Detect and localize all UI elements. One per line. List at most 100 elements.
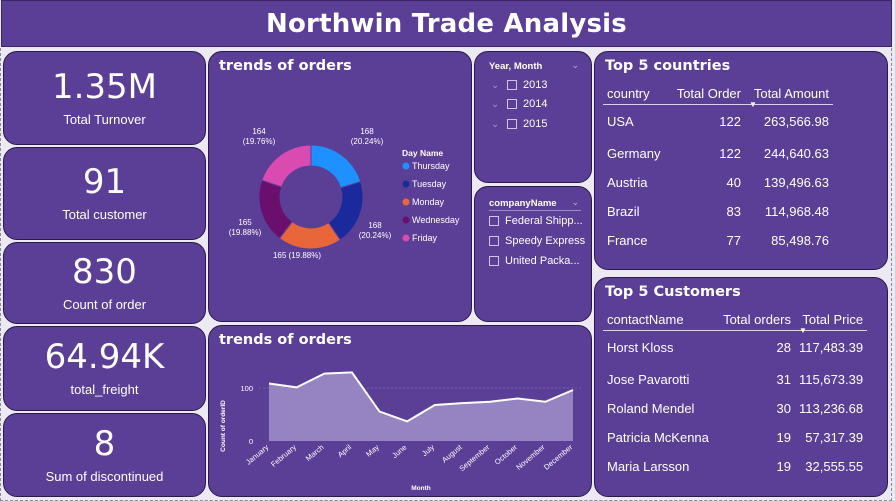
kpi-total-customer[interactable]: 91 Total customer [3, 147, 206, 240]
chevron-down-icon[interactable]: ⌄ [571, 61, 579, 71]
expand-chevron-icon[interactable]: ⌄ [491, 80, 507, 91]
legend-item-tuesday[interactable]: Tuesday [412, 179, 447, 189]
area-data-point[interactable] [295, 386, 298, 389]
donut-slice-thursday[interactable] [310, 144, 362, 189]
area-chart-card[interactable]: trends of orders Count of orderID Month … [208, 325, 592, 497]
kpi-value: 1.35M [51, 66, 158, 107]
y-axis-title: Count of orderID [220, 400, 227, 452]
cell-country: Germany [607, 145, 661, 161]
slicer-item-company[interactable]: United Packa... [489, 255, 580, 267]
column-header-total-order[interactable]: Total Order [667, 86, 745, 105]
kpi-count-of-order[interactable]: 830 Count of order [3, 242, 206, 324]
column-header-total-price[interactable]: Total Price ▼ [795, 312, 868, 335]
table-row[interactable]: Germany 122 244,640.63 [603, 139, 833, 168]
checkbox[interactable] [507, 80, 517, 90]
donut-data-label: 165 (19.88%) [273, 251, 321, 260]
legend-marker [402, 234, 410, 242]
slicer-item-company[interactable]: Speedy Express [489, 235, 585, 247]
slicer-divider [489, 210, 581, 211]
expand-chevron-icon[interactable]: ⌄ [491, 119, 507, 130]
cell-total-order: 122 [719, 114, 741, 130]
table-header-row: country Total Order Total Amount ▼ [603, 86, 833, 109]
table-row[interactable]: Maria Larsson 19 32,555.55 [603, 452, 867, 481]
cell-total-orders: 31 [776, 371, 791, 387]
slicer-item-company[interactable]: Federal Shipp... [489, 215, 583, 227]
area-series-fill[interactable] [269, 372, 573, 441]
area-data-point[interactable] [406, 420, 409, 423]
area-data-point[interactable] [544, 400, 547, 403]
donut-chart[interactable]: 168 (20.24%) 168 (20.24%) 165 (19.88%) 165 (19… [209, 52, 473, 323]
table-row[interactable]: Horst Kloss 28 117,483.39 [603, 331, 867, 365]
area-data-point[interactable] [323, 372, 326, 375]
cell-contact-name: Maria Larsson [607, 458, 690, 474]
x-tick-label: November [514, 442, 547, 471]
area-data-point[interactable] [433, 404, 436, 407]
top-customers-title: Top 5 Customers [605, 284, 741, 300]
column-header-contact-name[interactable]: contactName [603, 312, 715, 331]
x-tick-label: June [390, 443, 408, 460]
checkbox[interactable] [489, 236, 499, 246]
kpi-label: Total customer [62, 207, 147, 222]
column-header-total-orders[interactable]: Total orders [715, 312, 795, 331]
area-data-point[interactable] [350, 371, 353, 374]
kpi-sum-of-discontinued[interactable]: 8 Sum of discontinued [3, 413, 206, 497]
donut-slice-friday[interactable] [261, 144, 312, 188]
slicer-item-2015[interactable]: ⌄ 2015 [491, 118, 547, 130]
area-data-point[interactable] [516, 397, 519, 400]
kpi-total-turnover[interactable]: 1.35M Total Turnover [3, 51, 206, 145]
table-row[interactable]: Roland Mendel 30 113,236.68 [603, 394, 867, 423]
area-chart[interactable]: Count of orderID Month 100 0 JanuaryFebr… [209, 326, 593, 498]
cell-contact-name: Patricia McKenna [607, 429, 709, 445]
column-header-total-amount[interactable]: Total Amount ▼ [745, 86, 833, 109]
x-axis-title: Month [411, 485, 431, 492]
table-row[interactable]: France 77 85,498.76 [603, 226, 833, 255]
chevron-down-icon[interactable]: ⌄ [571, 198, 579, 208]
legend-item-wednesday[interactable]: Wednesday [412, 215, 460, 225]
sort-descending-icon: ▼ [749, 100, 757, 109]
checkbox[interactable] [489, 216, 499, 226]
area-data-point[interactable] [378, 410, 381, 413]
legend-item-thursday[interactable]: Thursday [412, 161, 450, 171]
kpi-label: Total Turnover [63, 111, 146, 127]
area-data-point[interactable] [489, 400, 492, 403]
area-data-point[interactable] [268, 382, 271, 385]
table-row[interactable]: Patricia McKenna 19 57,317.39 [603, 423, 867, 452]
top-customers-card[interactable]: Top 5 Customers contactName Total orders… [594, 277, 888, 497]
slicer-item-2013[interactable]: ⌄ 2013 [491, 79, 547, 91]
cell-country: Brazil [607, 203, 640, 219]
slicer-item-label: Speedy Express [505, 235, 586, 247]
legend-marker [402, 162, 410, 170]
cell-total-order: 77 [726, 232, 741, 248]
slicer-item-2014[interactable]: ⌄ 2014 [491, 98, 547, 110]
table-row[interactable]: USA 122 263,566.98 [603, 105, 833, 139]
cell-total-amount: 263,566.98 [763, 114, 829, 130]
table-row[interactable]: Jose Pavarotti 31 115,673.39 [603, 365, 867, 394]
area-data-point[interactable] [572, 389, 575, 392]
table-row[interactable]: Austria 40 139,496.63 [603, 168, 833, 197]
checkbox[interactable] [507, 119, 517, 129]
area-data-point[interactable] [461, 402, 464, 405]
cell-total-amount: 139,496.63 [763, 174, 829, 190]
cell-contact-name: Horst Kloss [607, 340, 674, 356]
table-row[interactable]: Brazil 83 114,968.48 [603, 197, 833, 226]
company-name-slicer[interactable]: companyName ⌄ Federal Shipp... Speedy Ex… [474, 186, 592, 322]
checkbox[interactable] [489, 256, 499, 266]
cell-total-order: 40 [726, 174, 741, 190]
top-countries-title: Top 5 countries [605, 58, 731, 74]
cell-total-price: 113,236.68 [799, 400, 864, 416]
cell-country: France [607, 232, 648, 248]
kpi-label: Count of order [62, 296, 147, 312]
legend-marker [402, 180, 410, 188]
column-header-country[interactable]: country [603, 86, 667, 105]
donut-chart-card[interactable]: trends of orders 168 (20.24%) 168 (20.24%) 1… [208, 51, 472, 322]
cell-total-price: 115,673.39 [799, 371, 864, 387]
checkbox[interactable] [507, 99, 517, 109]
top-countries-card[interactable]: Top 5 countries country Total Order Tota… [594, 51, 888, 270]
year-month-slicer[interactable]: Year, Month ⌄ ⌄ 2013 ⌄ 2014 ⌄ 2015 [474, 51, 592, 183]
kpi-total-freight[interactable]: 64.94K total_freight [3, 326, 206, 411]
legend-item-friday[interactable]: Friday [412, 233, 438, 243]
legend-item-monday[interactable]: Monday [412, 197, 445, 207]
slicer-header: companyName [489, 198, 557, 209]
kpi-label: total_freight [70, 382, 139, 397]
expand-chevron-icon[interactable]: ⌄ [491, 99, 507, 110]
